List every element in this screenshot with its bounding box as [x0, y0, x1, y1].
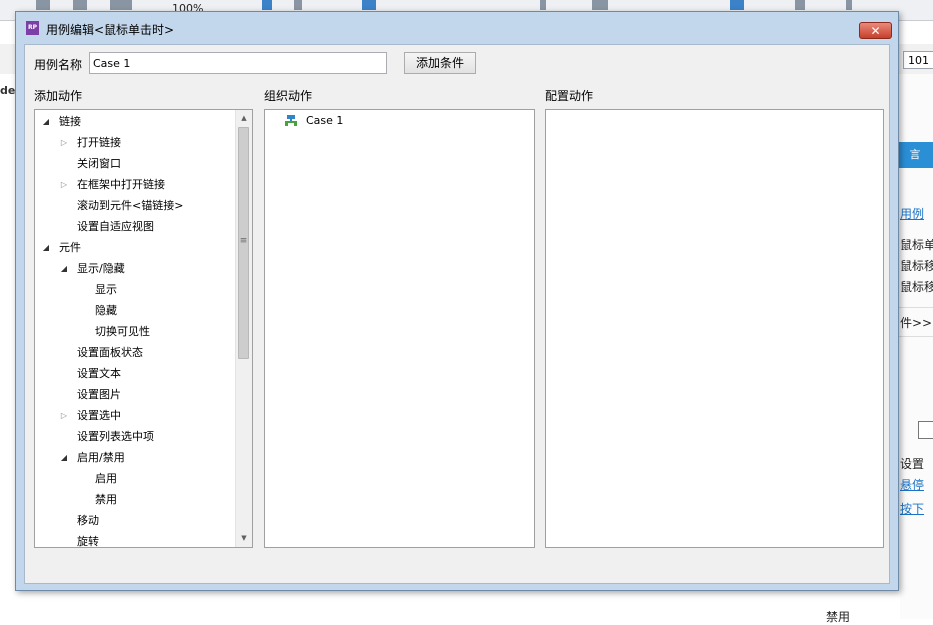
tree-item-label: 旋转 — [77, 535, 99, 548]
tree-item-label: 启用 — [95, 472, 117, 485]
tree-item-label: 设置选中 — [77, 409, 121, 422]
usecase-link[interactable]: 用例 — [900, 205, 924, 222]
tree-item-label: 设置图片 — [77, 388, 121, 401]
event-item[interactable]: 鼠标单击 — [900, 236, 933, 253]
close-button[interactable]: ✕ — [859, 22, 892, 39]
tree-item-label: 打开链接 — [77, 136, 121, 149]
collapse-triangle-icon[interactable]: ▷ — [59, 174, 69, 195]
more-conditions-button[interactable]: 件>>> — [900, 314, 933, 331]
tree-item[interactable]: ▷ 在框架中打开链接 — [61, 174, 165, 195]
dialog-body: 用例名称 添加条件 添加动作 组织动作 配置动作 ◢ 链接 ▷ 打开链接关闭窗口 ▷ 在框… — [24, 44, 890, 584]
case-name-input[interactable] — [89, 52, 387, 74]
scroll-down-icon[interactable]: ▼ — [236, 530, 252, 547]
expand-triangle-icon[interactable]: ◢ — [41, 237, 51, 258]
divider — [898, 336, 933, 337]
tree-item[interactable]: 设置自适应视图 — [77, 216, 154, 237]
toolbar-icon[interactable] — [540, 0, 546, 10]
tree-item[interactable]: 旋转 — [77, 531, 99, 548]
tree-item-label: 链接 — [59, 115, 81, 128]
tree-item-label: 元件 — [59, 241, 81, 254]
tree-item-label: 启用/禁用 — [77, 451, 125, 464]
case-item[interactable]: Case 1 — [284, 111, 343, 131]
tree-item-label: 设置面板状态 — [77, 346, 143, 359]
expand-triangle-icon[interactable]: ◢ — [59, 447, 69, 468]
tree-item-label: 切换可见性 — [95, 325, 150, 338]
tree-item[interactable]: 禁用 — [95, 489, 117, 510]
tree-item-label: 设置文本 — [77, 367, 121, 380]
tree-item[interactable]: 显示 — [95, 279, 117, 300]
tree-item[interactable]: ◢ 链接 — [43, 111, 81, 132]
case-icon — [284, 115, 298, 127]
tree-item-label: 禁用 — [95, 493, 117, 506]
tree-item[interactable]: 设置面板状态 — [77, 342, 143, 363]
organize-actions-header: 组织动作 — [264, 89, 313, 103]
pressed-link[interactable]: 按下 — [900, 500, 924, 517]
tree-item[interactable]: 移动 — [77, 510, 99, 531]
background-tab[interactable]: 言 — [897, 142, 933, 168]
tree-item-label: 移动 — [77, 514, 99, 527]
toolbar-icon[interactable] — [262, 0, 272, 10]
tree-item[interactable]: 设置列表选中项 — [77, 426, 154, 447]
tree-item-label: 隐藏 — [95, 304, 117, 317]
action-tree-panel[interactable]: ◢ 链接 ▷ 打开链接关闭窗口 ▷ 在框架中打开链接滚动到元件<锚链接> 设置自适应视图 ◢ 元… — [34, 109, 253, 548]
checkbox[interactable] — [918, 421, 933, 439]
action-tree-scrollbar[interactable]: ▲ ≡ ▼ — [235, 110, 252, 547]
case-name-label: 用例名称 — [34, 58, 83, 72]
tree-item[interactable]: ◢ 元件 — [43, 237, 81, 258]
app-icon: RP — [26, 21, 39, 35]
toolbar-icon[interactable] — [294, 0, 302, 10]
toolbar-icon[interactable] — [795, 0, 805, 10]
title-bar[interactable]: RP 用例编辑<鼠标单击时> ✕ — [16, 12, 898, 44]
tree-item-label: 在框架中打开链接 — [77, 178, 165, 191]
divider — [898, 307, 933, 308]
tree-item[interactable]: ▷ 设置选中 — [61, 405, 121, 426]
add-condition-button[interactable]: 添加条件 — [404, 52, 476, 74]
tree-item[interactable]: 设置文本 — [77, 363, 121, 384]
tree-item-label: 显示 — [95, 283, 117, 296]
background-field[interactable]: 101 — [903, 51, 933, 69]
add-actions-header: 添加动作 — [34, 89, 83, 103]
tree-item[interactable]: ◢ 启用/禁用 — [61, 447, 125, 468]
toolbar-icon[interactable] — [73, 0, 87, 10]
close-icon: ✕ — [870, 24, 881, 38]
tree-item[interactable]: 关闭窗口 — [77, 153, 121, 174]
dialog-title: 用例编辑<鼠标单击时> — [46, 23, 175, 37]
scroll-up-icon[interactable]: ▲ — [236, 110, 252, 127]
tree-item-label: 显示/隐藏 — [77, 262, 125, 275]
tree-item-label: 关闭窗口 — [77, 157, 121, 170]
tree-item[interactable]: 设置图片 — [77, 384, 121, 405]
more-icon[interactable] — [110, 0, 132, 10]
tree-item[interactable]: 启用 — [95, 468, 117, 489]
configure-actions-panel[interactable] — [545, 109, 884, 548]
tree-item-label: 设置列表选中项 — [77, 430, 154, 443]
hover-link[interactable]: 悬停 — [900, 476, 924, 493]
tree-item[interactable]: 滚动到元件<锚链接> — [77, 195, 183, 216]
event-item[interactable]: 鼠标移出 — [900, 278, 933, 295]
case-editor-dialog: RP 用例编辑<鼠标单击时> ✕ 用例名称 添加条件 添加动作 组织动作 配置动… — [15, 11, 899, 591]
event-item[interactable]: 鼠标移入 — [900, 257, 933, 274]
toolbar-icon[interactable] — [846, 0, 852, 10]
setting-label: 设置 — [900, 457, 925, 471]
background-bottom-label: 禁用 — [826, 610, 851, 624]
tree-item-label: 滚动到元件<锚链接> — [77, 199, 184, 212]
toolbar-icon[interactable] — [36, 0, 50, 10]
toolbar-icon[interactable] — [362, 0, 376, 10]
collapse-triangle-icon[interactable]: ▷ — [59, 405, 69, 426]
case-label: Case 1 — [306, 114, 344, 127]
tree-item[interactable]: ◢ 显示/隐藏 — [61, 258, 125, 279]
lock-icon[interactable] — [592, 0, 608, 10]
collapse-triangle-icon[interactable]: ▷ — [59, 132, 69, 153]
toolbar-icon[interactable] — [730, 0, 744, 10]
tree-item[interactable]: 切换可见性 — [95, 321, 150, 342]
expand-triangle-icon[interactable]: ◢ — [41, 111, 51, 132]
tree-item[interactable]: 隐藏 — [95, 300, 117, 321]
scroll-thumb[interactable]: ≡ — [238, 127, 249, 359]
configure-actions-header: 配置动作 — [545, 89, 594, 103]
organize-actions-panel[interactable]: Case 1 — [264, 109, 535, 548]
tree-item[interactable]: ▷ 打开链接 — [61, 132, 121, 153]
expand-triangle-icon[interactable]: ◢ — [59, 258, 69, 279]
tree-item-label: 设置自适应视图 — [77, 220, 154, 233]
